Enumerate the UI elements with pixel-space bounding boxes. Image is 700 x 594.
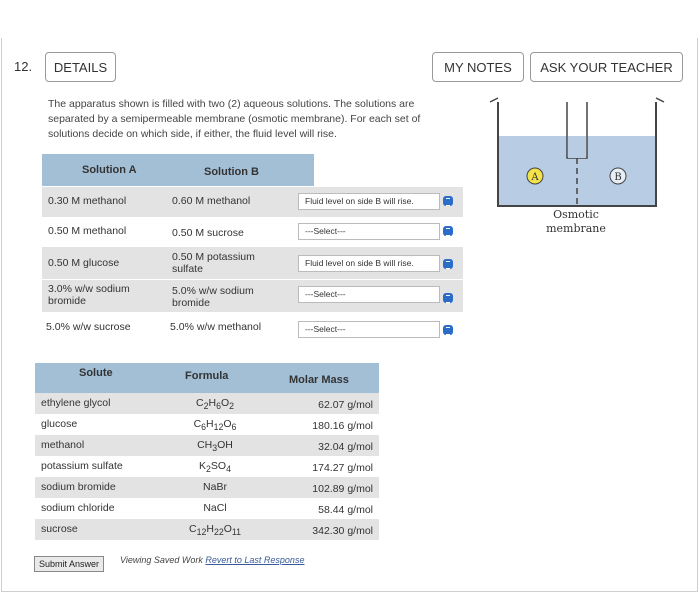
solution-b-cell: 5.0% w/w methanol <box>170 321 262 333</box>
solution-a-cell: 3.0% w/w sodium bromide <box>48 283 130 307</box>
solute-name: methanol <box>41 439 85 451</box>
table-row: 5.0% w/w sucrose 5.0% w/w methanol ---Se… <box>42 313 463 343</box>
solute-name: sodium bromide <box>41 481 116 493</box>
solute-molar-mass: 62.07 g/mol <box>318 399 373 411</box>
revert-link[interactable]: Revert to Last Response <box>205 555 304 565</box>
side-a-label: A <box>530 172 539 183</box>
table-row: 0.30 M methanol 0.60 M methanol Fluid le… <box>42 187 463 217</box>
table-row: sodium chloride NaCl 58.44 g/mol <box>35 498 379 519</box>
fluid-level-select[interactable]: Fluid level on side B will rise. <box>298 193 440 210</box>
solute-molar-mass: 32.04 g/mol <box>318 441 373 453</box>
fluid-level-select[interactable]: ---Select--- <box>298 321 440 338</box>
solute-formula: NaBr <box>203 481 227 493</box>
solution-b-cell: 0.50 M potassium sulfate <box>172 251 255 275</box>
solute-name: glucose <box>41 418 78 430</box>
solution-b-cell: 0.60 M methanol <box>172 195 251 207</box>
solute-molar-mass: 174.27 g/mol <box>312 462 373 474</box>
table-row: potassium sulfate K2SO4 174.27 g/mol <box>35 456 379 477</box>
solution-a-cell: 0.50 M methanol <box>48 225 127 237</box>
fluid-level-select[interactable]: Fluid level on side B will rise. <box>298 255 440 272</box>
submit-answer-button[interactable]: Submit Answer <box>34 556 104 572</box>
solute-name: potassium sulfate <box>41 460 123 472</box>
header-molar-mass: Molar Mass <box>289 374 349 386</box>
molar-mass-table: Solute Formula Molar Mass ethylene glyco… <box>35 363 380 543</box>
fluid-level-select[interactable]: ---Select--- <box>298 286 440 303</box>
question-prompt: The apparatus shown is filled with two (… <box>48 98 421 140</box>
solute-name: sodium chloride <box>41 502 115 514</box>
solute-molar-mass: 180.16 g/mol <box>312 420 373 432</box>
solute-name: sucrose <box>41 523 78 535</box>
solute-formula: NaCl <box>203 502 227 514</box>
solution-b-cell: 0.50 M sucrose <box>172 227 244 239</box>
solution-a-cell: 0.50 M glucose <box>48 257 120 269</box>
solute-formula: C2H6O2 <box>196 397 234 412</box>
container-lip <box>489 97 665 103</box>
table-row: methanol CH3OH 32.04 g/mol <box>35 435 379 456</box>
solution-a-cell: 5.0% w/w sucrose <box>46 321 131 333</box>
details-button[interactable]: DETAILS <box>45 52 116 82</box>
header-solute: Solute <box>79 367 113 379</box>
molar-table-header: Solute Formula Molar Mass <box>35 363 379 397</box>
solution-a-cell: 0.30 M methanol <box>48 195 127 207</box>
viewing-status: Viewing Saved Work Revert to Last Respon… <box>120 555 304 565</box>
my-notes-button[interactable]: MY NOTES <box>432 52 524 82</box>
solute-molar-mass: 102.89 g/mol <box>312 483 373 495</box>
select-spinner-icon[interactable] <box>443 325 453 335</box>
question-number: 12. <box>14 59 33 74</box>
table-row: glucose C6H12O6 180.16 g/mol <box>35 414 379 435</box>
ask-teacher-button[interactable]: ASK YOUR TEACHER <box>530 52 683 82</box>
table-row: 0.50 M methanol 0.50 M sucrose ---Select… <box>42 217 463 247</box>
solutions-table-header: Solution A Solution B <box>42 154 314 186</box>
select-spinner-icon[interactable] <box>443 226 453 236</box>
solute-name: ethylene glycol <box>41 397 111 409</box>
side-b-label: B <box>614 172 621 183</box>
fluid-level-select[interactable]: ---Select--- <box>298 223 440 240</box>
solution-b-cell: 5.0% w/w sodium bromide <box>172 285 254 309</box>
solute-formula: C12H22O11 <box>189 523 241 538</box>
table-row: sodium bromide NaBr 102.89 g/mol <box>35 477 379 498</box>
table-row: 0.50 M glucose 0.50 M potassium sulfate … <box>42 247 463 279</box>
solute-formula: K2SO4 <box>199 460 231 475</box>
header-solution-a: Solution A <box>82 164 137 176</box>
solute-molar-mass: 342.30 g/mol <box>312 525 373 537</box>
table-row: 3.0% w/w sodium bromide 5.0% w/w sodium … <box>42 280 463 312</box>
header-formula: Formula <box>185 370 229 382</box>
osmotic-membrane-label: Osmotic membrane <box>546 208 606 235</box>
select-spinner-icon[interactable] <box>443 293 453 303</box>
select-spinner-icon[interactable] <box>443 259 453 269</box>
select-spinner-icon[interactable] <box>443 196 453 206</box>
header-solution-b: Solution B <box>204 166 259 178</box>
viewing-saved-work-text: Viewing Saved Work <box>120 555 203 565</box>
solute-formula: C6H12O6 <box>193 418 237 433</box>
table-row: sucrose C12H22O11 342.30 g/mol <box>35 519 379 540</box>
solute-molar-mass: 58.44 g/mol <box>318 504 373 516</box>
solutions-table: Solution A Solution B 0.30 M methanol 0.… <box>38 150 463 346</box>
solute-formula: CH3OH <box>197 439 233 454</box>
table-row: ethylene glycol C2H6O2 62.07 g/mol <box>35 393 379 414</box>
funnel-liquid <box>568 136 586 158</box>
